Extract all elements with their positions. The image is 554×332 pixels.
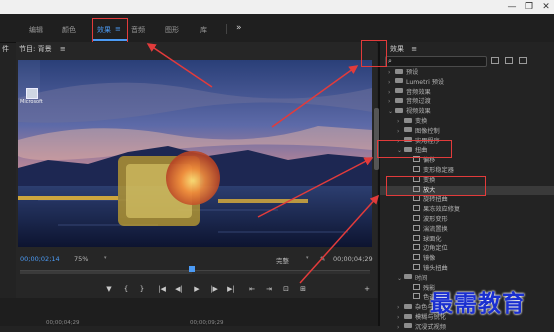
annotation-arrow [299,194,380,284]
watermark-text: 最需教育 [430,290,526,317]
annotation-arrow [257,157,374,218]
annotation-arrow [146,43,213,88]
annotation-arrows [146,43,380,284]
annotation-arrow [271,65,359,128]
